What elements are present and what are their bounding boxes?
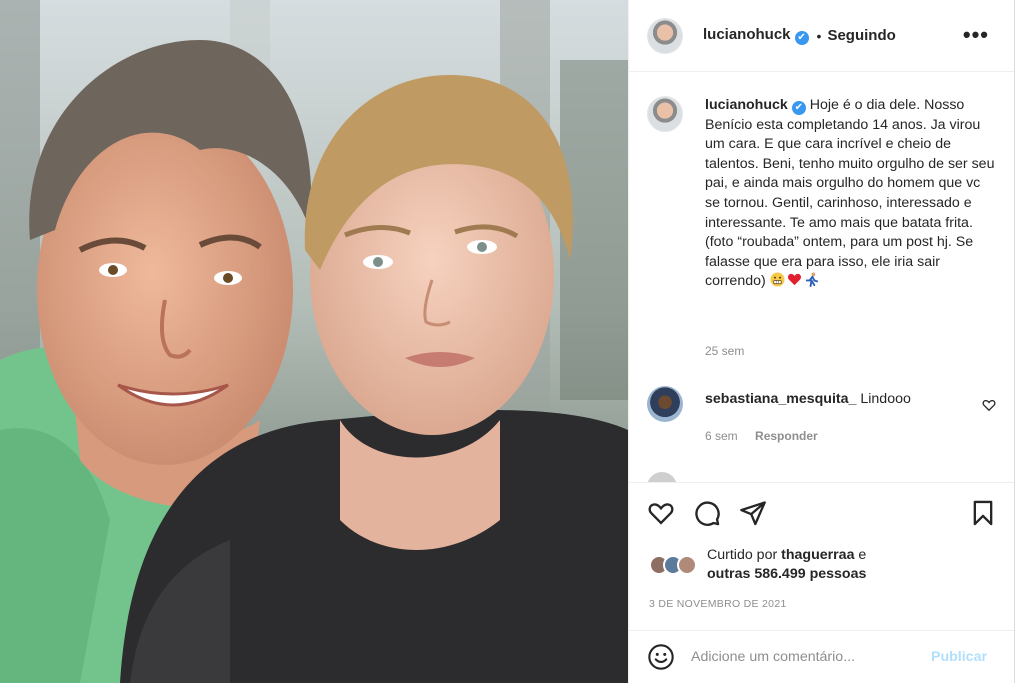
caption-line: Benício esta completando 14 anos. Ja: [705, 116, 946, 133]
liker-avatars: [649, 546, 697, 584]
author-username[interactable]: lucianohuck ✔: [703, 26, 809, 45]
red-heart-emoji-icon: [787, 274, 801, 286]
caption-text: lucianohuck ✔ Hoje é o dia dele. Nosso Be…: [705, 96, 999, 292]
caption-author-avatar[interactable]: [647, 96, 683, 132]
emoji-icon[interactable]: [647, 643, 675, 671]
likes-others-suffix: pessoas: [809, 566, 867, 582]
verified-badge-icon: ✔: [794, 31, 809, 45]
author-avatar[interactable]: [647, 17, 683, 54]
comment-timestamp[interactable]: 6 sem: [705, 429, 738, 443]
action-bar: [629, 482, 1015, 542]
commenter-avatar[interactable]: [647, 386, 683, 422]
publish-button[interactable]: Publicar: [931, 649, 987, 665]
more-options-icon[interactable]: •••: [963, 22, 989, 48]
heart-icon[interactable]: [647, 499, 675, 527]
follow-status-button[interactable]: Seguindo: [827, 27, 895, 44]
comment-meta: 6 sem Responder: [705, 429, 818, 443]
reply-button[interactable]: Responder: [755, 429, 818, 443]
likes-others-prefix: outras: [707, 566, 751, 582]
window-edge: [1014, 0, 1024, 683]
caption-line: Hoje é o dia dele. Nosso: [809, 97, 965, 113]
caption-author-username[interactable]: lucianohuck: [705, 97, 788, 113]
caption-line: correndo): [705, 273, 766, 290]
likes-summary: Curtido por thaguerraa e outras 586.499 …: [649, 546, 1001, 584]
post-side-panel: lucianohuck ✔ • Seguindo ••• lucianohuck ✔…: [628, 0, 1015, 683]
comment-item: sebastiana_mesquita_ Lindooo: [647, 386, 999, 422]
photo-illustration: [0, 0, 628, 683]
bookmark-icon[interactable]: [969, 499, 997, 527]
person-running-emoji-icon: [805, 272, 818, 288]
liker-username[interactable]: thaguerraa: [781, 547, 854, 563]
likes-prefix: Curtido por: [707, 547, 778, 563]
caption-line: falasse que era para isso, ele iria sair: [705, 253, 941, 270]
commenter-username[interactable]: sebastiana_mesquita_: [705, 391, 856, 407]
comment-like-heart-icon[interactable]: [982, 398, 996, 412]
caption-line: “roubada” ontem, para um post hj. Se: [737, 234, 974, 251]
caption-timestamp[interactable]: 25 sem: [705, 344, 744, 358]
likes-text: Curtido por thaguerraa e outras 586.499 …: [707, 546, 866, 584]
comment-input[interactable]: [691, 649, 921, 665]
liker-avatar[interactable]: [677, 555, 697, 575]
caption-block: lucianohuck ✔ Hoje é o dia dele. Nosso Be…: [647, 96, 999, 292]
next-comment-peek: [647, 472, 999, 482]
comment-text: sebastiana_mesquita_ Lindooo: [705, 391, 911, 422]
share-icon[interactable]: [739, 499, 767, 527]
likes-connector: e: [858, 547, 867, 563]
comment-body: Lindooo: [860, 391, 911, 407]
post-header: lucianohuck ✔ • Seguindo •••: [629, 0, 1015, 72]
comment-icon[interactable]: [693, 499, 721, 527]
likes-others-link[interactable]: outras 586.499 pessoas: [707, 566, 866, 582]
next-commenter-avatar: [647, 472, 677, 482]
add-comment-bar: Publicar: [629, 630, 1015, 683]
header-separator: •: [816, 27, 822, 44]
grimacing-face-emoji-icon: [770, 272, 785, 287]
post-photo[interactable]: [0, 0, 628, 683]
author-name-text[interactable]: lucianohuck: [703, 26, 791, 43]
verified-badge-icon: ✔: [791, 101, 806, 115]
post-date[interactable]: 3 DE NOVEMBRO DE 2021: [649, 598, 787, 610]
likes-count: 586.499: [754, 566, 806, 582]
